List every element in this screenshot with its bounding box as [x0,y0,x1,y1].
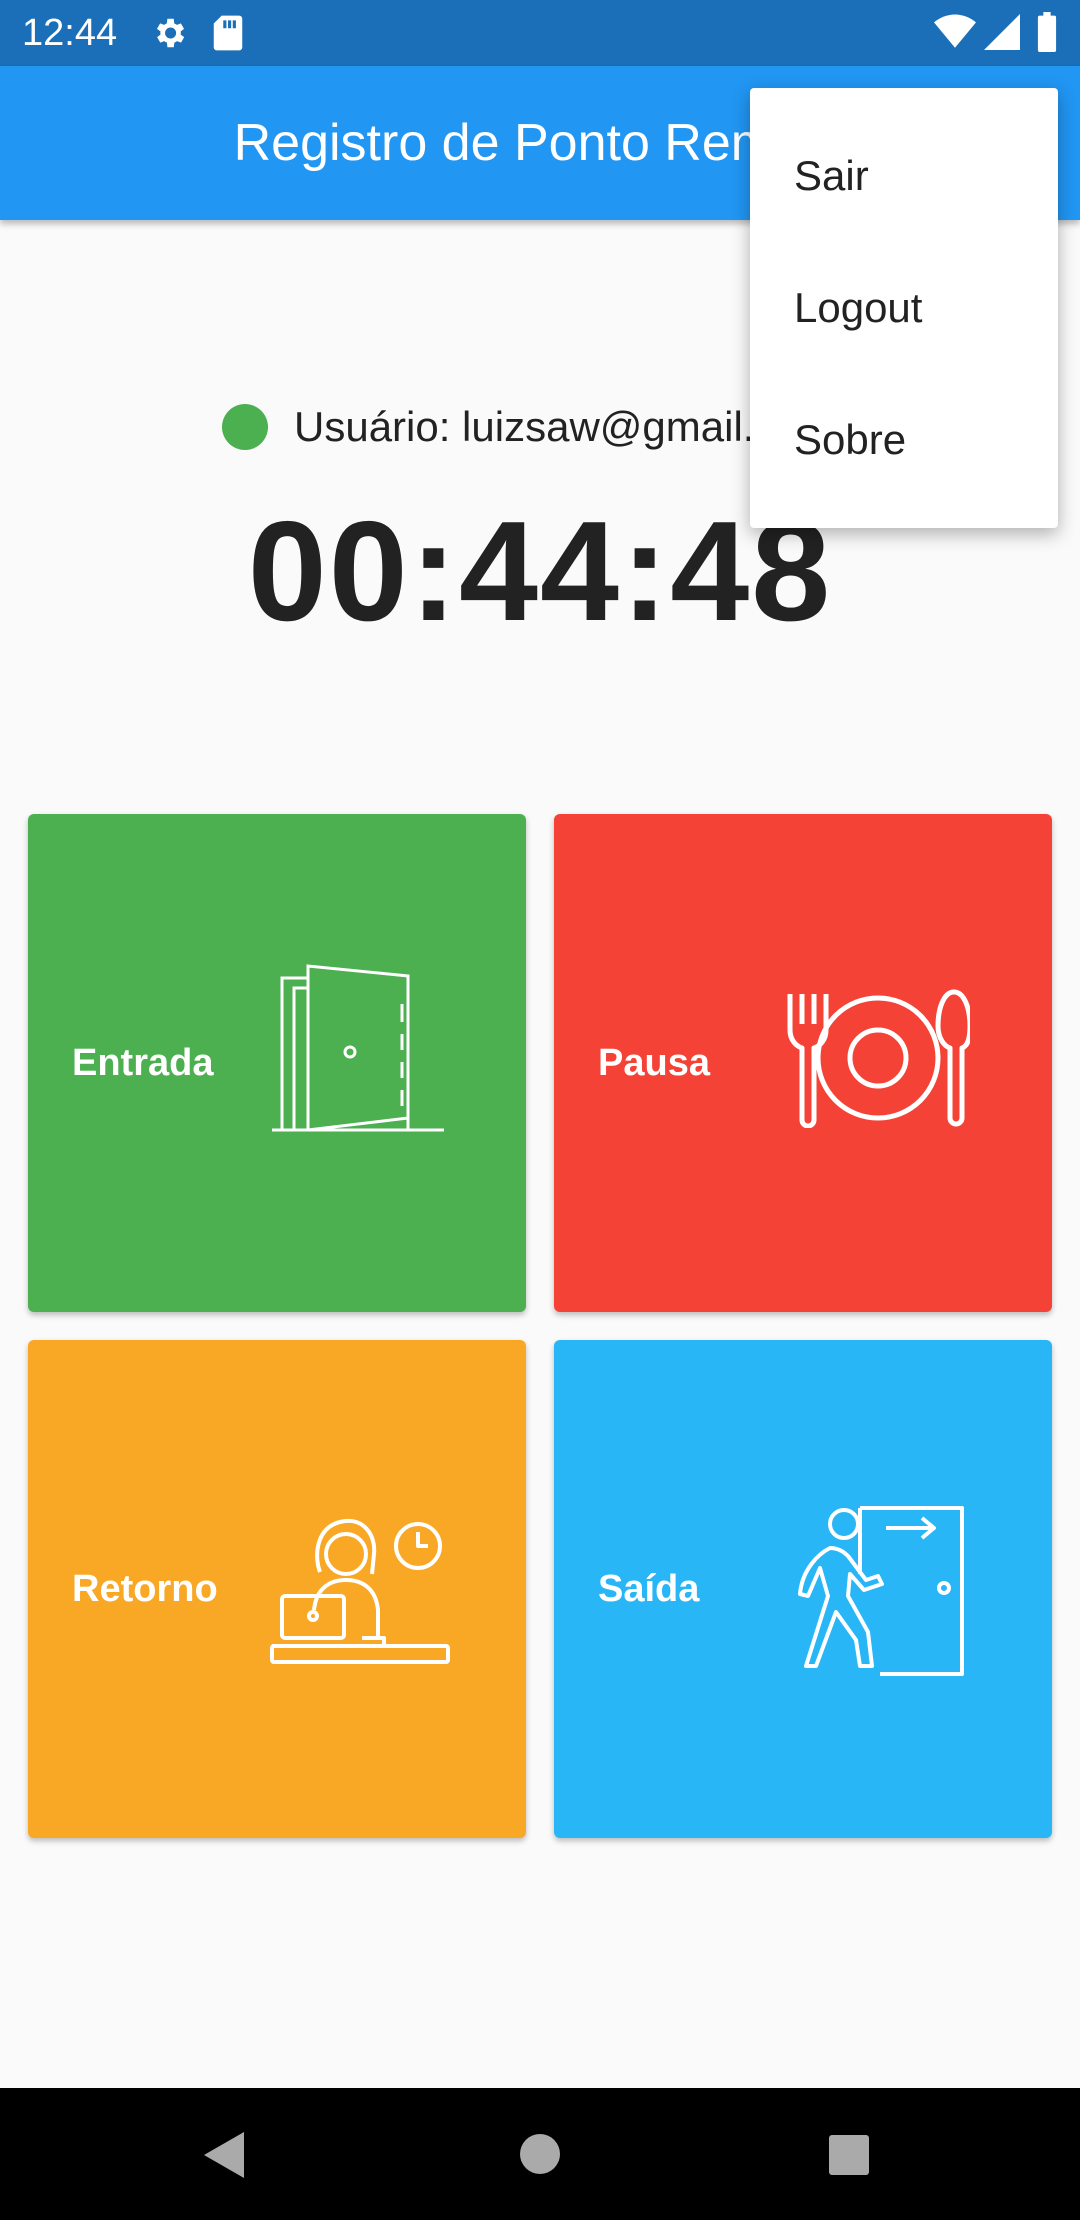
gear-icon [156,18,185,48]
person-laptop-clock-icon [270,1518,450,1664]
battery-icon [1037,12,1057,52]
home-icon[interactable] [519,2133,561,2175]
retorno-button[interactable]: Retorno [28,1340,526,1838]
pausa-label: Pausa [598,1042,710,1084]
saida-label: Saída [598,1568,700,1610]
entrada-button[interactable]: Entrada [28,814,526,1312]
navigation-bar [0,2088,1080,2220]
online-status-dot [222,404,268,450]
recents-icon[interactable] [829,2135,869,2175]
plate-cutlery-icon [787,989,970,1128]
signal-icon [984,14,1020,50]
user-row: Usuário: luizsaw@gmail.com [222,395,834,459]
status-time: 12:44 [22,12,118,54]
sd-card-icon [213,15,243,51]
menu-item-sobre[interactable]: Sobre [750,374,1058,506]
back-icon[interactable] [204,2132,244,2178]
door-icon [272,964,444,1132]
saida-button[interactable]: Saída [554,1340,1052,1838]
entrada-label: Entrada [72,1042,214,1084]
retorno-label: Retorno [72,1568,218,1610]
exit-door-icon [798,1506,964,1676]
menu-item-logout[interactable]: Logout [750,242,1058,374]
pausa-button[interactable]: Pausa [554,814,1052,1312]
status-bar: 12:44 [0,0,1080,66]
overflow-menu: Sair Logout Sobre [750,88,1058,528]
menu-item-sair[interactable]: Sair [750,110,1058,242]
wifi-icon [934,14,976,48]
